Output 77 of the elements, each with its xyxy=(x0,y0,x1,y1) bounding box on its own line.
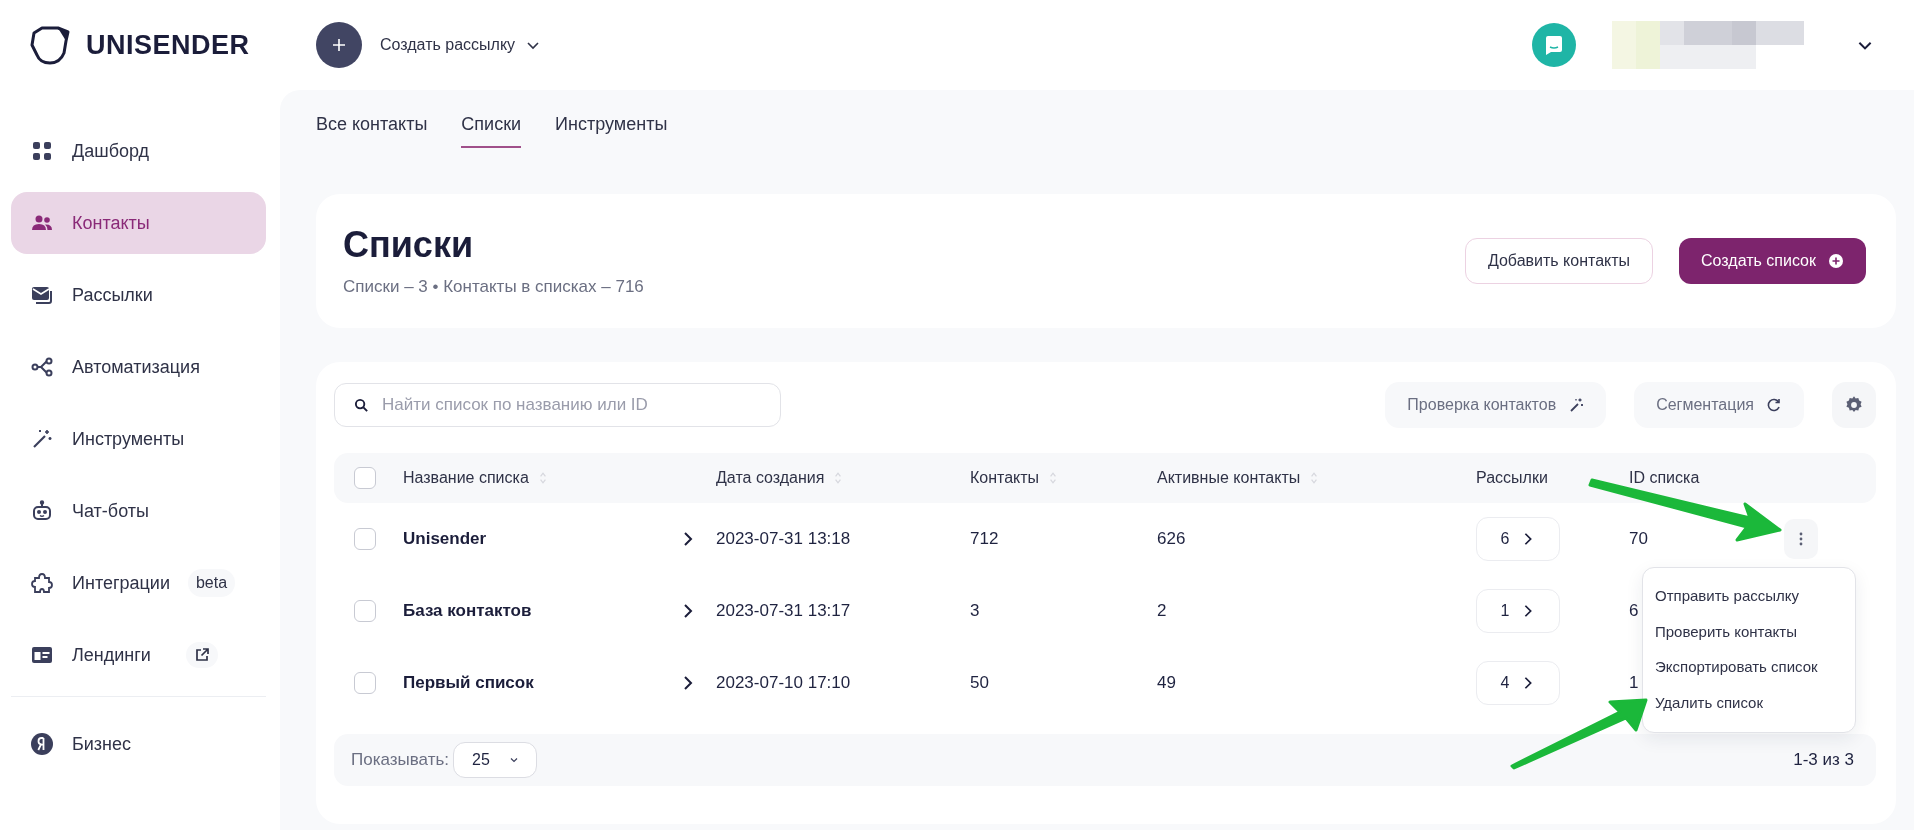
search-field[interactable]: Найти список по названию или ID xyxy=(334,383,781,427)
column-header: Название списка xyxy=(403,469,529,487)
sidebar-item[interactable]: Лендинги xyxy=(11,624,266,686)
magic-wand-icon xyxy=(1568,397,1585,413)
table-cell: 1 xyxy=(1629,673,1639,693)
column-header: Рассылки xyxy=(1476,469,1548,487)
table-cell: 2 xyxy=(1157,601,1167,621)
table-cell: 2023-07-31 13:18 xyxy=(716,529,851,549)
column-header: ID списка xyxy=(1629,469,1700,487)
tab[interactable]: Все контакты xyxy=(316,114,428,148)
sidebar-item[interactable]: Инструменты xyxy=(11,408,266,470)
create-mailing-dropdown[interactable]: Создать рассылку xyxy=(380,36,542,54)
sidebar-item[interactable]: Бизнес xyxy=(11,713,266,775)
row-checkbox[interactable] xyxy=(354,672,376,694)
sidebar-item[interactable]: Автоматизация xyxy=(11,336,266,398)
sidebar-item-icon xyxy=(30,355,54,379)
sidebar-item-icon xyxy=(30,732,54,756)
plus-circle-icon xyxy=(1828,253,1844,269)
plus-icon xyxy=(331,37,347,53)
add-contacts-button[interactable]: Добавить контакты xyxy=(1464,238,1654,284)
create-list-button[interactable]: Создать список xyxy=(1679,238,1866,284)
table-cell: 49 xyxy=(1157,673,1176,693)
table-cell: 626 xyxy=(1157,529,1186,549)
sidebar-item-icon xyxy=(30,571,54,595)
list-name-link[interactable]: База контактов xyxy=(403,601,532,621)
external-link-icon xyxy=(194,647,210,663)
row-checkbox[interactable] xyxy=(354,600,376,622)
sidebar-item[interactable]: Рассылки xyxy=(11,264,266,326)
column-header: Дата создания xyxy=(716,469,825,487)
select-all-checkbox[interactable] xyxy=(354,467,376,489)
sidebar-item[interactable]: Дашборд xyxy=(11,120,266,182)
brand-name: UNISENDER xyxy=(86,29,250,61)
page-title: Списки xyxy=(343,225,475,265)
support-chat-icon[interactable] xyxy=(1532,23,1576,67)
settings-button[interactable] xyxy=(1832,382,1876,428)
sidebar-item[interactable]: Интеграции beta xyxy=(11,552,266,614)
sidebar-item[interactable]: Контакты xyxy=(11,192,266,254)
menu-item[interactable]: Экспортировать список xyxy=(1643,649,1855,685)
refresh-icon xyxy=(1766,397,1782,413)
pagination-range: 1-3 из 3 xyxy=(1793,750,1854,770)
list-name-link[interactable]: Первый список xyxy=(403,673,534,693)
list-name-link[interactable]: Unisender xyxy=(403,529,487,549)
table-cell: 2023-07-31 13:17 xyxy=(716,601,851,621)
sort-icon[interactable] xyxy=(1049,471,1058,485)
table-cell: 50 xyxy=(970,673,989,693)
sort-icon[interactable] xyxy=(834,471,843,485)
mailings-count-button[interactable]: 4 xyxy=(1476,661,1560,705)
table-cell: 70 xyxy=(1629,529,1648,549)
list-summary: Списки – 3 • Контакты в списках – 716 xyxy=(343,276,645,297)
mailings-count-button[interactable]: 6 xyxy=(1476,517,1560,561)
page-size-select[interactable]: 25 xyxy=(453,742,538,778)
column-header: Активные контакты xyxy=(1157,469,1301,487)
table-cell: 2023-07-10 17:10 xyxy=(716,673,851,693)
sidebar-item-icon xyxy=(30,499,54,523)
menu-item[interactable]: Проверить контакты xyxy=(1643,613,1855,649)
search-icon xyxy=(354,398,369,413)
sidebar-item-icon xyxy=(30,139,54,163)
table-cell: 3 xyxy=(970,601,980,621)
more-options-button[interactable] xyxy=(1784,519,1818,559)
menu-item[interactable]: Удалить список xyxy=(1643,684,1855,720)
check-contacts-button[interactable]: Проверка контактов xyxy=(1385,382,1607,428)
kebab-icon xyxy=(1799,532,1803,546)
sidebar-item[interactable]: Чат-боты xyxy=(11,480,266,542)
column-header: Контакты xyxy=(970,469,1040,487)
sort-icon[interactable] xyxy=(538,471,547,485)
beta-badge: beta xyxy=(187,569,236,597)
table-cell: 6 xyxy=(1629,601,1639,621)
sort-icon[interactable] xyxy=(1310,471,1319,485)
table-cell: 712 xyxy=(970,529,999,549)
page-size-label: Показывать: xyxy=(351,750,450,770)
mailings-count-button[interactable]: 1 xyxy=(1476,589,1560,633)
segmentation-button[interactable]: Сегментация xyxy=(1634,382,1804,428)
menu-item[interactable]: Отправить рассылку xyxy=(1643,578,1855,614)
tab[interactable]: Инструменты xyxy=(555,114,668,148)
create-plus-button[interactable] xyxy=(316,22,362,68)
tab[interactable]: Списки xyxy=(461,114,522,148)
row-checkbox[interactable] xyxy=(354,528,376,550)
